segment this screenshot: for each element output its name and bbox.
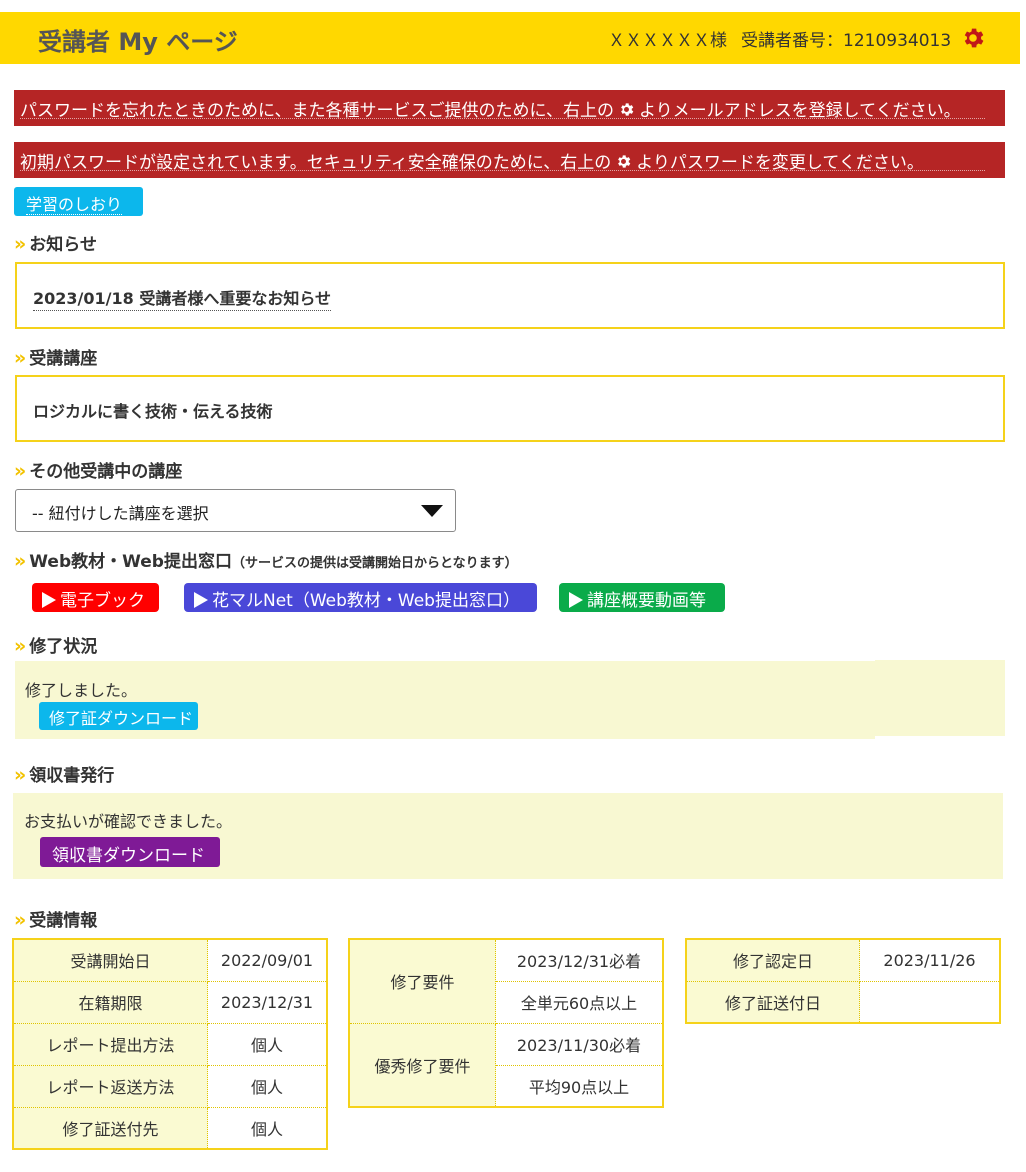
info-table-enrollment: 受講開始日 2022/09/01 在籍期限 2023/12/31 レポート提出方法個… [12, 938, 328, 1150]
completion-panel-ext [875, 660, 1005, 736]
table-row: 在籍期限 2023/12/31 [12, 980, 328, 1024]
table-label: 修了要件 [348, 938, 496, 1024]
table-value: 個人 [207, 1064, 328, 1108]
section-heading-course: » 受講講座 [14, 344, 97, 369]
table-row: 修了証送付先 個人 [12, 1106, 328, 1150]
table-value: 平均90点以上 [495, 1064, 664, 1108]
receipt-message: お支払いが確認できました。 [24, 812, 233, 831]
course-select-value: -- 紐付けした講座を選択 [32, 504, 209, 523]
table-value: 2022/09/01 [207, 938, 328, 982]
user-name: ＸＸＸＸＸＸ様 [608, 31, 727, 51]
dropdown-arrow-icon [421, 505, 443, 517]
video-label: 講座概要動画等 [587, 591, 706, 611]
table-label: レポート提出方法 [12, 1022, 208, 1066]
table-row: レポート返送方法 個人 [12, 1064, 328, 1108]
section-note: （サービスの提供は受講開始日からとなります） [231, 556, 518, 571]
course-select[interactable]: -- 紐付けした講座を選択 [15, 489, 456, 532]
play-icon [42, 592, 56, 608]
section-heading-completion: » 修了状況 [14, 632, 97, 657]
info-table-requirements: 修了要件 2023/12/31必着 全単元60点以上 優秀修了要件 2023/11/… [348, 938, 664, 1108]
alert-register-email: パスワードを忘れたときのために、また各種サービスご提供のために、右上の よりメール… [14, 90, 1005, 126]
info-table-completion: 修了認定日 2023/11/26 修了証送付日 [685, 938, 1001, 1024]
chevron-icon: » [14, 550, 26, 572]
certificate-download-button[interactable]: 修了証ダウンロード [39, 702, 198, 730]
table-row: レポート提出方法 個人 [12, 1022, 328, 1066]
table-row: 優秀修了要件 2023/11/30必着 [348, 1022, 664, 1108]
ebook-button[interactable]: 電子ブック [32, 583, 159, 612]
chevron-icon: » [14, 764, 26, 786]
table-value: 2023/11/30必着 [495, 1022, 664, 1066]
section-label: 修了状況 [29, 637, 98, 657]
study-guide-button[interactable]: 学習のしおり [14, 187, 143, 216]
course-video-button[interactable]: 講座概要動画等 [559, 583, 725, 612]
section-heading-other-courses: » その他受講中の講座 [14, 457, 182, 482]
table-label: 修了証送付先 [12, 1106, 208, 1150]
section-label: 受講講座 [29, 349, 98, 369]
course-name: ロジカルに書く技術・伝える技術 [33, 402, 273, 421]
chevron-icon: » [14, 909, 26, 931]
chevron-icon: » [14, 233, 26, 255]
table-label: 修了認定日 [685, 938, 860, 982]
student-number: 受講者番号：1210934013 [741, 31, 952, 51]
chevron-icon: » [14, 460, 26, 482]
play-icon [569, 592, 583, 608]
table-row: 修了証送付日 [685, 980, 1001, 1024]
completion-message: 修了しました。 [25, 681, 138, 700]
gear-icon [615, 153, 632, 170]
table-label: レポート返送方法 [12, 1064, 208, 1108]
section-heading-info: » 受講情報 [14, 906, 97, 931]
table-label: 優秀修了要件 [348, 1022, 496, 1108]
chevron-icon: » [14, 635, 26, 657]
section-heading-web: » Web教材・Web提出窓口（サービスの提供は受講開始日からとなります） [14, 547, 518, 572]
table-value: 全単元60点以上 [495, 980, 664, 1024]
table-value: 2023/11/26 [859, 938, 1001, 982]
hanamaru-label: 花マルNet（Web教材・Web提出窓口） [212, 591, 520, 611]
hanamaru-net-button[interactable]: 花マルNet（Web教材・Web提出窓口） [184, 583, 537, 612]
gear-icon[interactable] [960, 25, 986, 51]
table-label: 在籍期限 [12, 980, 208, 1024]
alert-change-password: 初期パスワードが設定されています。セキュリティ安全確保のために、右上の よりパスワ… [14, 142, 1005, 178]
section-label: お知らせ [29, 235, 97, 255]
table-label: 修了証送付日 [685, 980, 860, 1024]
user-info: ＸＸＸＸＸＸ様 受講者番号：1210934013 [608, 26, 951, 51]
section-label: その他受講中の講座 [29, 462, 183, 482]
table-value: 個人 [207, 1106, 328, 1150]
play-icon [194, 592, 208, 608]
section-heading-news: » お知らせ [14, 230, 97, 255]
page-title: 受講者 My ページ [38, 28, 238, 56]
table-value: 個人 [207, 1022, 328, 1066]
chevron-icon: » [14, 347, 26, 369]
news-item-link[interactable]: 2023/01/18 受講者様へ重要なお知らせ [33, 285, 332, 311]
table-value [859, 980, 1001, 1024]
table-value: 2023/12/31必着 [495, 938, 664, 982]
table-row: 受講開始日 2022/09/01 [12, 938, 328, 982]
section-heading-receipt: » 領収書発行 [14, 761, 114, 786]
table-label: 受講開始日 [12, 938, 208, 982]
gear-icon [618, 101, 635, 118]
table-row: 修了認定日 2023/11/26 [685, 938, 1001, 982]
table-row: 修了要件 2023/12/31必着 [348, 938, 664, 1024]
section-label: Web教材・Web提出窓口 [29, 552, 232, 572]
study-guide-label: 学習のしおり [26, 195, 123, 215]
section-label: 領収書発行 [29, 766, 115, 786]
receipt-download-button[interactable]: 領収書ダウンロード [40, 837, 220, 867]
news-item-text: 2023/01/18 受講者様へ重要なお知らせ [33, 289, 332, 311]
table-value: 2023/12/31 [207, 980, 328, 1024]
ebook-label: 電子ブック [60, 591, 145, 611]
section-label: 受講情報 [29, 911, 98, 931]
